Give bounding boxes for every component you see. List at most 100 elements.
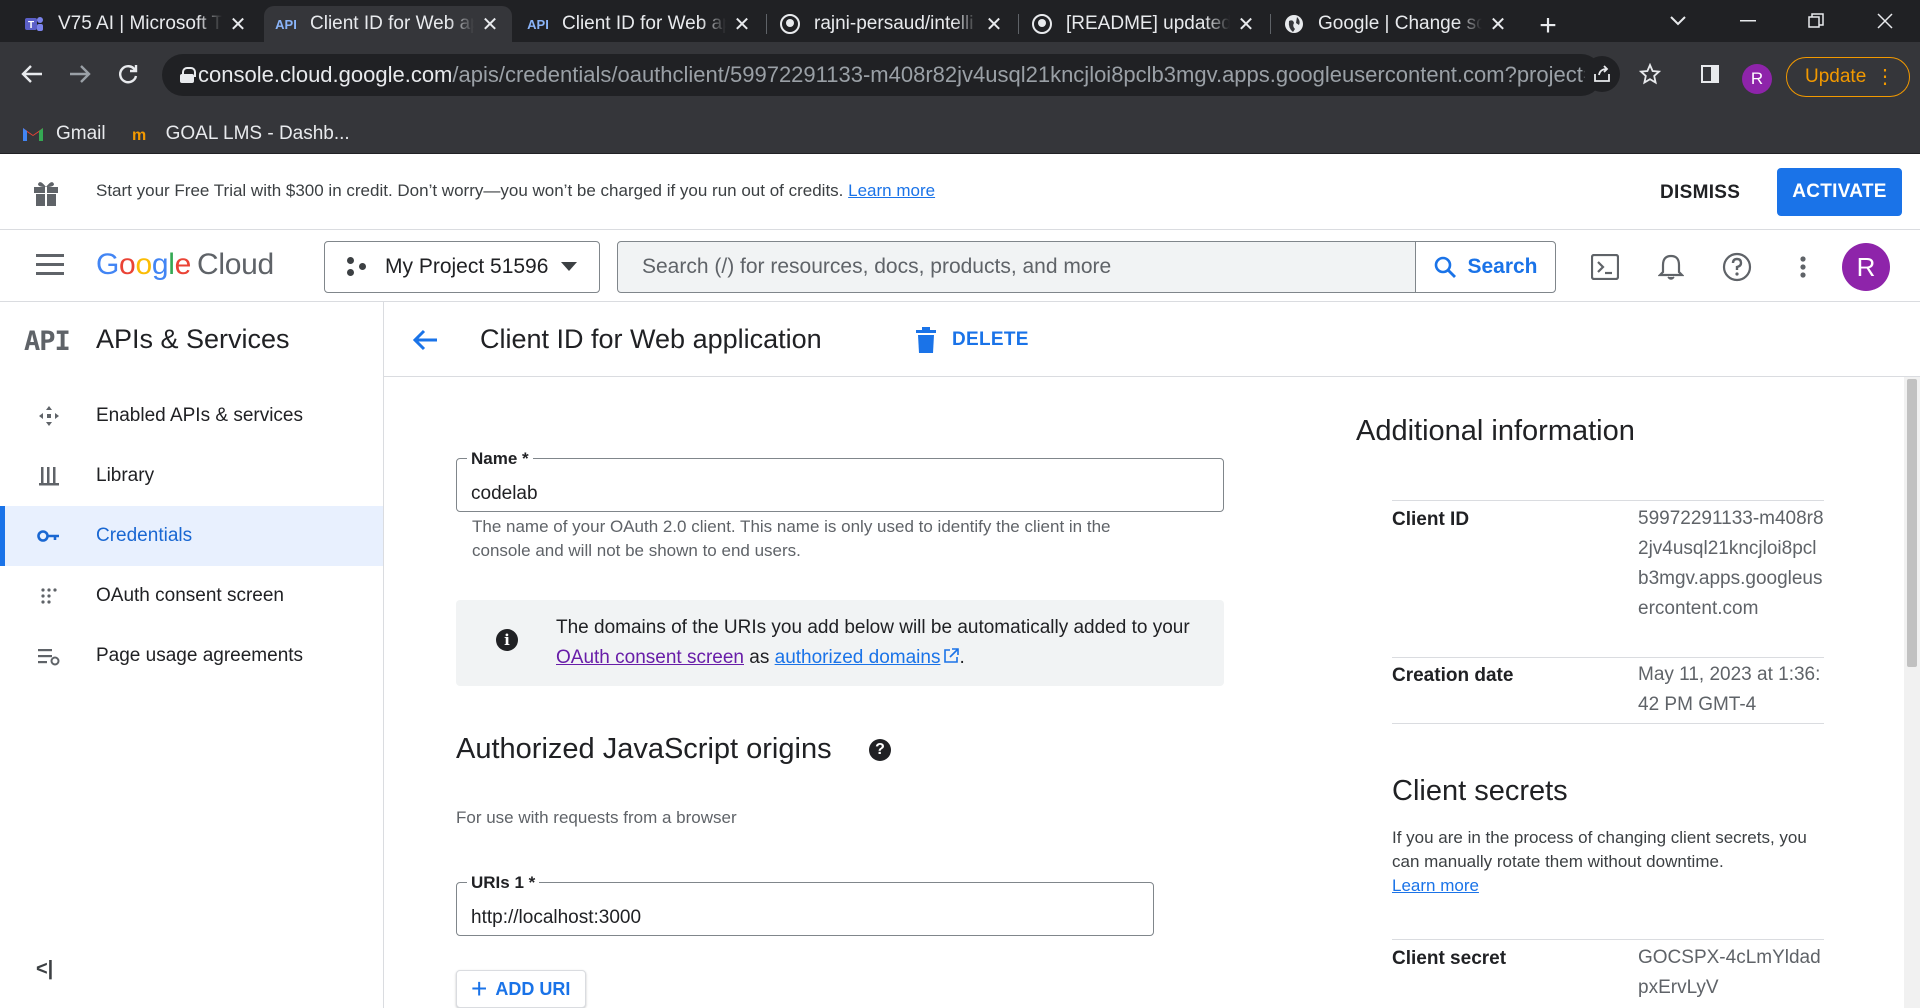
teams-icon: T <box>24 14 44 34</box>
close-icon[interactable]: ✕ <box>732 12 752 37</box>
divider <box>1392 939 1824 940</box>
browser-tab-github-repo[interactable]: rajni-persaud/intelli ✕ <box>768 6 1016 42</box>
add-uri-button[interactable]: + ADD URI <box>456 970 586 1008</box>
browser-tab-client-id[interactable]: API Client ID for Web application ✕ <box>516 6 764 42</box>
more-vert-icon[interactable] <box>1786 250 1820 284</box>
additional-info-heading: Additional information <box>1356 415 1635 447</box>
left-nav: API APIs & Services Enabled APIs & servi… <box>0 302 384 1008</box>
project-picker[interactable]: My Project 51596 <box>324 241 600 293</box>
key-icon <box>36 523 62 549</box>
sidebar-item-enabled-apis[interactable]: Enabled APIs & services <box>0 386 383 446</box>
bookmarks-bar: Gmail m GOAL LMS - Dashb... <box>0 114 1920 154</box>
oauth-consent-screen-link[interactable]: OAuth consent screen <box>556 647 744 668</box>
new-tab-button[interactable]: + <box>1530 8 1566 44</box>
bookmark-star-icon[interactable] <box>1632 56 1668 92</box>
search-button-label: Search <box>1467 255 1538 278</box>
search-input[interactable] <box>618 242 1415 292</box>
logo-letter: g <box>151 248 169 281</box>
share-icon[interactable] <box>1584 56 1620 92</box>
github-icon <box>780 14 800 34</box>
update-button[interactable]: Update ⋮ <box>1786 57 1910 97</box>
delete-button[interactable]: DELETE <box>916 322 1029 358</box>
client-secrets-learn-more-link[interactable]: Learn more <box>1392 876 1479 895</box>
side-panel-icon[interactable] <box>1692 56 1728 92</box>
browser-tab-client-id-active[interactable]: API Client ID for Web application ✕ <box>264 6 512 42</box>
menu-icon[interactable] <box>36 254 64 276</box>
authorized-domains-link[interactable]: authorized domains <box>775 647 941 668</box>
cloud-shell-icon[interactable] <box>1588 250 1622 284</box>
restore-icon[interactable] <box>1781 0 1851 42</box>
reload-icon[interactable] <box>110 56 146 92</box>
tab-title: V75 AI | Microsoft Teams <box>58 13 222 34</box>
collapse-nav-icon[interactable]: <| <box>36 958 60 982</box>
close-window-icon[interactable] <box>1850 0 1920 42</box>
external-link-icon <box>944 648 960 663</box>
name-input[interactable] <box>457 459 1223 511</box>
tab-title: Client ID for Web application <box>310 13 474 34</box>
client-secret-value: GOCSPX-4cLmYldadpxErvLyV <box>1638 947 1821 998</box>
name-helper-text: The name of your OAuth 2.0 client. This … <box>472 517 1111 560</box>
dismiss-button[interactable]: DISMISS <box>1660 176 1740 210</box>
account-avatar[interactable]: R <box>1842 243 1890 291</box>
search-button[interactable]: Search <box>1415 242 1555 292</box>
banner-learn-more-link[interactable]: Learn more <box>848 181 935 200</box>
info-callout-text: The domains of the URIs you add below wi… <box>556 613 1196 673</box>
scrollbar-thumb[interactable] <box>1907 379 1917 667</box>
url-path: /apis/credentials/oauthclient/5997229113… <box>452 62 1602 87</box>
svg-text:T: T <box>28 20 34 31</box>
address-bar[interactable]: console.cloud.google.com/apis/credential… <box>162 54 1602 96</box>
bookmark-label: GOAL LMS - Dashb... <box>165 122 350 144</box>
client-id-label: Client ID <box>1392 509 1470 530</box>
help-icon[interactable] <box>1720 250 1754 284</box>
tab-separator <box>766 14 767 34</box>
bookmark-gmail[interactable]: Gmail <box>22 123 106 145</box>
google-cloud-logo[interactable]: Google Cloud <box>96 248 274 282</box>
uri-1-field-label: URIs 1 * <box>467 873 540 893</box>
info-callout: i The domains of the URIs you add below … <box>456 600 1224 686</box>
back-icon[interactable] <box>14 56 50 92</box>
console-header: GoogleCloud My Project 51596 Search R <box>0 230 1920 302</box>
sidebar-item-label: Library <box>96 465 155 486</box>
client-secrets-description: If you are in the process of changing cl… <box>1392 826 1812 898</box>
search-bar: Search <box>617 241 1556 293</box>
browser-profile-avatar[interactable]: R <box>1742 64 1772 94</box>
origins-subtext: For use with requests from a browser <box>456 808 737 827</box>
browser-tab-google-change[interactable]: Google | Change sc ✕ <box>1272 6 1520 42</box>
tab-separator <box>1270 14 1271 34</box>
back-arrow-icon[interactable] <box>410 324 442 356</box>
close-icon[interactable]: ✕ <box>228 12 248 37</box>
gift-icon <box>34 182 58 206</box>
sidebar-item-oauth-consent[interactable]: OAuth consent screen <box>0 566 383 626</box>
logo-letter: o <box>135 248 152 281</box>
bookmark-goal-lms[interactable]: m GOAL LMS - Dashb... <box>132 123 350 145</box>
close-icon[interactable]: ✕ <box>1236 12 1256 37</box>
oauth-consent-icon <box>36 583 62 609</box>
goal-lms-icon: m <box>132 125 154 143</box>
sidebar-item-credentials[interactable]: Credentials <box>0 506 383 566</box>
forward-icon[interactable] <box>62 56 98 92</box>
logo-letter: e <box>174 248 192 281</box>
scrollbar[interactable] <box>1904 377 1920 1008</box>
close-icon[interactable]: ✕ <box>1488 12 1508 37</box>
search-icon <box>1435 256 1457 278</box>
tab-search-icon[interactable] <box>1643 0 1713 42</box>
api-badge-icon: API <box>24 326 71 357</box>
uri-1-field: URIs 1 * <box>456 873 1154 936</box>
help-icon[interactable]: ? <box>869 739 891 761</box>
close-icon[interactable]: ✕ <box>984 12 1004 37</box>
uri-1-input[interactable] <box>457 883 1153 935</box>
notifications-icon[interactable] <box>1654 250 1688 284</box>
banner-message: Start your Free Trial with $300 in credi… <box>96 181 935 201</box>
sidebar-item-library[interactable]: Library <box>0 446 383 506</box>
tab-title: [README] updated <box>1066 13 1230 34</box>
creation-date-value: May 11, 2023 at 1:36:42 PM GMT-4 <box>1638 664 1821 715</box>
browser-tab-teams[interactable]: T V75 AI | Microsoft Teams ✕ <box>12 6 260 42</box>
browser-tab-readme[interactable]: [README] updated ✕ <box>1020 6 1268 42</box>
close-icon[interactable]: ✕ <box>480 12 500 37</box>
divider <box>1392 500 1824 501</box>
sidebar-item-page-usage[interactable]: Page usage agreements <box>0 626 383 686</box>
chevron-down-icon <box>561 262 577 271</box>
client-secret-label: Client secret <box>1392 948 1507 969</box>
minimize-icon[interactable] <box>1713 0 1783 42</box>
activate-button[interactable]: ACTIVATE <box>1777 168 1902 216</box>
